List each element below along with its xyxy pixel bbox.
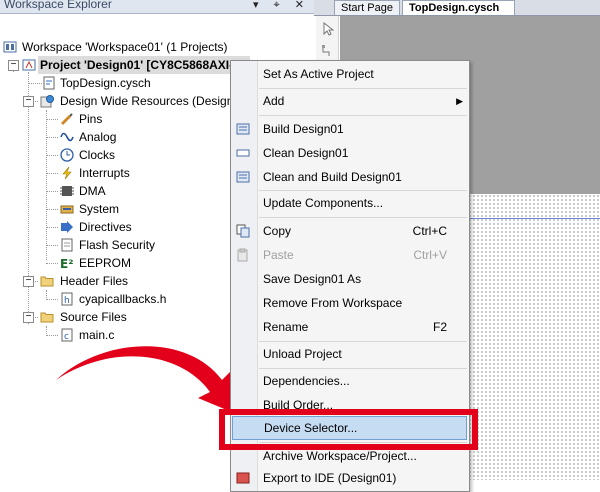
build-icon [236,123,250,135]
tree-item-label: Flash Security [79,238,156,252]
tree-item-label: Header Files [60,274,129,288]
system-icon [60,205,74,214]
tree-item-label: Pins [79,112,103,126]
menu-separator [259,368,467,369]
folder-icon [40,312,54,323]
tree-item-label: cyapicallbacks.h [79,292,167,306]
svg-text:E²: E² [60,257,73,270]
wire-tool-icon[interactable] [321,44,335,58]
menu-item-label: Paste [263,248,294,262]
collapse-toggle[interactable]: − [23,312,34,323]
export-icon [236,472,250,484]
tab-start-page[interactable]: Start Page [334,0,400,15]
menu-item-clean[interactable]: Clean Design01 [231,142,469,164]
collapse-toggle[interactable]: − [23,276,34,287]
menu-item-label: Set As Active Project [263,67,374,81]
menu-item-unload-project[interactable]: Unload Project [231,343,469,365]
tree-item-label: Clocks [79,148,116,162]
menu-item-label: Unload Project [263,347,342,361]
menu-item-label: Build Design01 [263,122,344,136]
tree-item-label: Interrupts [79,166,130,180]
clean-icon [236,149,250,157]
interrupt-icon [62,166,72,180]
menu-item-add[interactable]: Add ▶ [231,90,469,112]
menu-item-copy[interactable]: Copy Ctrl+C [231,220,469,242]
tree-item-label: EEPROM [79,256,132,270]
menu-item-clean-and-build[interactable]: Clean and Build Design01 [231,166,469,188]
tree-item-label: DMA [79,184,106,198]
folder-icon [40,276,54,287]
menu-item-shortcut: Ctrl+C [412,224,447,238]
pointer-tool-icon[interactable] [322,22,334,36]
menu-separator [259,88,467,89]
menu-item-set-active-project[interactable]: Set As Active Project [231,63,469,85]
menu-item-paste[interactable]: Paste Ctrl+V [231,244,469,266]
menu-item-label: Export to IDE (Design01) [263,471,397,485]
directives-icon [61,221,73,233]
eeprom-icon: E² [60,257,73,270]
schematic-icon [43,76,55,90]
menu-separator [259,190,467,191]
tree-item-label: Design Wide Resources (Design01 [60,94,247,108]
collapse-toggle[interactable]: − [23,96,34,107]
tree-item-label: TopDesign.cysch [60,76,151,90]
menu-separator [259,341,467,342]
menu-separator [259,115,467,116]
submenu-arrow-icon: ▶ [456,96,463,106]
menu-item-label: Clean Design01 [263,146,349,160]
menu-item-update-components[interactable]: Update Components... [231,192,469,214]
clock-icon [60,148,74,162]
workspace-explorer-title: Workspace Explorer [4,0,112,11]
tree-item-workspace[interactable]: Workspace 'Workspace01' (1 Projects) [0,38,316,56]
tree-item-label: Analog [79,130,117,144]
project-label: Project 'Design01' [CY8C5868AXI-LP [38,56,251,74]
menu-item-shortcut: F2 [432,320,447,334]
annotation-highlight-box [219,409,478,450]
clean-build-icon [236,171,250,183]
panel-header-buttons[interactable]: ▾ ⌖ ✕ [253,0,310,12]
workspace-icon [3,41,17,53]
menu-item-dependencies[interactable]: Dependencies... [231,370,469,392]
flash-security-icon [61,238,73,252]
dma-icon [60,186,74,196]
tab-topdesign[interactable]: TopDesign.cysch [402,0,515,15]
menu-item-shortcut: Ctrl+V [413,248,447,262]
menu-item-remove-from-workspace[interactable]: Remove From Workspace [231,292,469,314]
schematic-page-border [470,218,600,219]
menu-item-rename[interactable]: Rename F2 [231,316,469,338]
paste-icon [237,248,248,262]
project-icon [22,59,36,71]
workspace-label: Workspace 'Workspace01' (1 Projects) [22,40,228,54]
pins-icon [60,113,73,126]
tree-item-label: System [79,202,120,216]
menu-item-label: Clean and Build Design01 [263,170,402,184]
svg-text:h: h [64,296,70,306]
menu-item-label: Add [263,94,285,108]
menu-item-label: Remove From Workspace [263,296,403,310]
resources-icon [40,95,54,108]
menu-item-save-as[interactable]: Save Design01 As [231,268,469,290]
workspace-explorer-header: Workspace Explorer ▾ ⌖ ✕ [0,0,314,14]
menu-item-label: Copy [263,224,292,238]
header-file-icon: h [61,292,73,306]
menu-item-label: Update Components... [263,196,384,210]
analog-icon [60,132,74,142]
collapse-toggle[interactable]: − [8,60,19,71]
menu-item-export-to-ide[interactable]: Export to IDE (Design01) [231,467,469,489]
menu-separator [259,217,467,218]
copy-icon [236,224,250,238]
menu-item-label: Save Design01 As [263,272,362,286]
menu-item-build[interactable]: Build Design01 [231,118,469,140]
menu-item-label: Rename [263,320,309,334]
tree-item-label: Directives [79,220,132,234]
menu-item-label: Dependencies... [263,374,350,388]
tree-item-label: Source Files [60,310,127,324]
